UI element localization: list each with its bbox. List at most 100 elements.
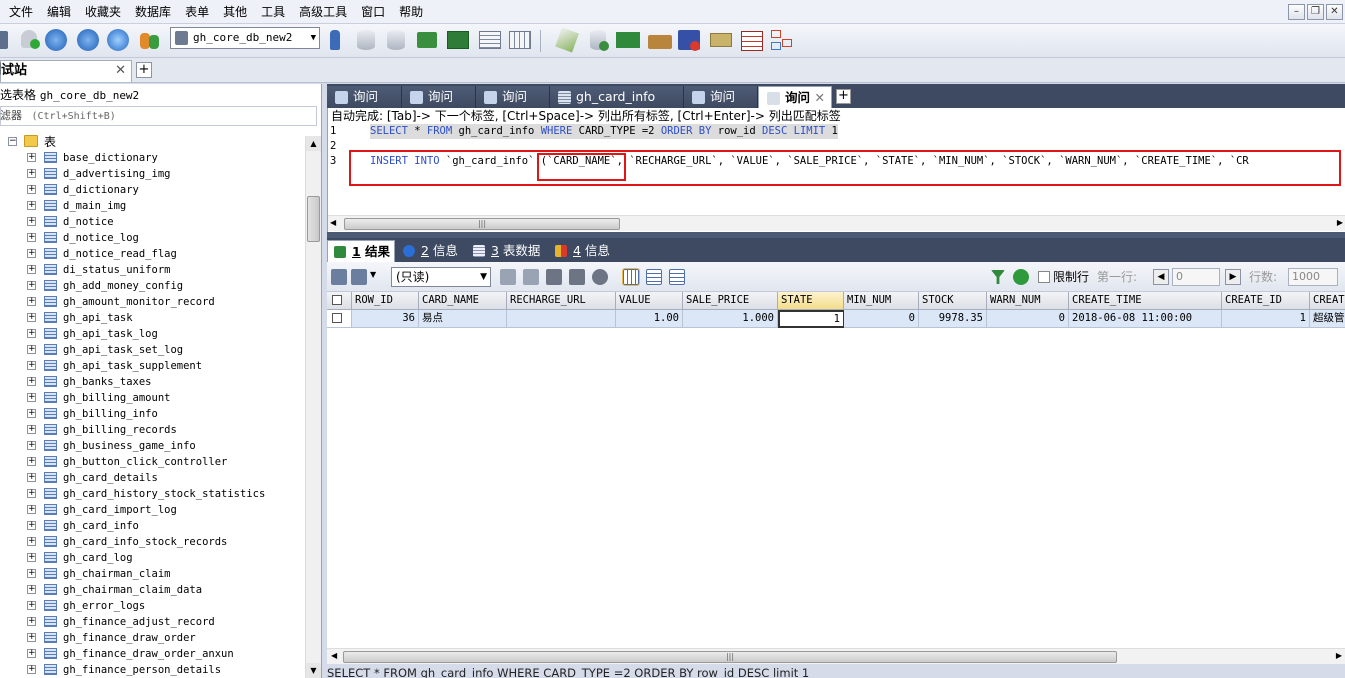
scroll-thumb[interactable]: [307, 196, 320, 242]
column-header[interactable]: STATE: [778, 292, 844, 310]
grid-cell[interactable]: [507, 310, 616, 328]
restore-db-icon[interactable]: [385, 27, 409, 53]
tree-item-table[interactable]: + gh_card_import_log: [0, 502, 305, 518]
expand-icon[interactable]: +: [27, 265, 36, 274]
tree-item-table[interactable]: + gh_business_game_info: [0, 438, 305, 454]
tab-messages[interactable]: 2 信息: [397, 240, 465, 262]
filter-input[interactable]: 过滤器 (Ctrl+Shift+B): [0, 106, 317, 126]
database-select[interactable]: gh_core_db_new2 ▼: [170, 27, 320, 49]
expand-icon[interactable]: +: [27, 217, 36, 226]
expand-icon[interactable]: +: [27, 377, 36, 386]
new-connection-icon[interactable]: [0, 27, 18, 53]
backup-db-icon[interactable]: [355, 27, 379, 53]
grid-cell[interactable]: 2018-06-08 11:00:00: [1069, 310, 1222, 328]
form-view-icon[interactable]: [646, 269, 662, 285]
execute-query-icon[interactable]: [325, 27, 349, 53]
tab-query-active[interactable]: 询问 ✕: [758, 86, 832, 108]
column-header[interactable]: RECHARGE_URL: [507, 292, 616, 310]
schema-view-icon[interactable]: [770, 27, 794, 53]
expand-icon[interactable]: +: [27, 361, 36, 370]
tree-item-table[interactable]: + gh_add_money_config: [0, 278, 305, 294]
tree-item-table[interactable]: + gh_api_task: [0, 310, 305, 326]
tree-root-tables[interactable]: − 表: [0, 134, 305, 150]
tree-item-table[interactable]: + gh_card_info: [0, 518, 305, 534]
user-manager-icon[interactable]: [138, 27, 162, 53]
tree-item-table[interactable]: + d_notice: [0, 214, 305, 230]
disconnect-icon[interactable]: [76, 27, 100, 53]
report-icon[interactable]: [740, 27, 764, 53]
prev-page-icon[interactable]: ◀: [1153, 269, 1169, 285]
export-icon[interactable]: [331, 269, 347, 285]
expand-icon[interactable]: +: [27, 153, 36, 162]
grid-cell[interactable]: 36: [352, 310, 419, 328]
tree-item-table[interactable]: + gh_finance_person_details: [0, 662, 305, 678]
menu-edit[interactable]: 编辑: [40, 4, 78, 20]
expand-icon[interactable]: +: [27, 521, 36, 530]
collapse-icon[interactable]: −: [8, 137, 17, 146]
table-designer-icon[interactable]: [478, 27, 502, 53]
tab-query-3[interactable]: 询问: [476, 86, 550, 108]
column-header[interactable]: CARD_NAME: [419, 292, 507, 310]
tree-item-table[interactable]: + gh_billing_info: [0, 406, 305, 422]
menu-table[interactable]: 表单: [178, 4, 216, 20]
add-connection-icon[interactable]: [18, 27, 42, 53]
expand-icon[interactable]: +: [27, 665, 36, 674]
next-page-icon[interactable]: ▶: [1225, 269, 1241, 285]
expand-icon[interactable]: +: [27, 553, 36, 562]
refresh-results-icon[interactable]: [1013, 269, 1029, 285]
column-header[interactable]: VALUE: [616, 292, 683, 310]
tab-info[interactable]: 4 信息: [549, 240, 617, 262]
grid-cell[interactable]: 0: [987, 310, 1069, 328]
scroll-up-icon[interactable]: ▲: [306, 136, 321, 151]
limit-rows-checkbox[interactable]: [1038, 271, 1050, 283]
query-builder-icon[interactable]: [555, 27, 579, 53]
menu-favorites[interactable]: 收藏夹: [78, 4, 128, 20]
result-grid[interactable]: ROW_ID CARD_NAME RECHARGE_URL VALUE SALE…: [327, 292, 1345, 648]
tree-item-table[interactable]: + base_dictionary: [0, 150, 305, 166]
expand-icon[interactable]: +: [27, 441, 36, 450]
row-checkbox-cell[interactable]: [327, 310, 352, 328]
expand-icon[interactable]: +: [27, 249, 36, 258]
close-icon[interactable]: ✕: [815, 87, 825, 109]
tree-item-table[interactable]: + gh_billing_records: [0, 422, 305, 438]
scroll-thumb[interactable]: |||: [344, 218, 620, 230]
grid-cell[interactable]: 易点: [419, 310, 507, 328]
tree-item-table[interactable]: + gh_button_click_controller: [0, 454, 305, 470]
menu-other[interactable]: 其他: [216, 4, 254, 20]
tree-item-table[interactable]: + d_notice_read_flag: [0, 246, 305, 262]
tree-item-table[interactable]: + gh_api_task_set_log: [0, 342, 305, 358]
add-query-tab-button[interactable]: +: [836, 89, 851, 104]
scroll-left-icon[interactable]: ◀: [330, 218, 336, 227]
editor-horizontal-scrollbar[interactable]: ◀ ||| ▶: [328, 215, 1345, 231]
grid-cell[interactable]: 1.000: [683, 310, 778, 328]
tab-table-gh-card-info[interactable]: gh_card_info: [550, 86, 684, 108]
tree-item-table[interactable]: + gh_card_info_stock_records: [0, 534, 305, 550]
first-row-input[interactable]: 0: [1172, 268, 1220, 286]
grid-cell[interactable]: 0: [844, 310, 919, 328]
expand-icon[interactable]: +: [27, 601, 36, 610]
tree-item-table[interactable]: + gh_card_log: [0, 550, 305, 566]
cancel-icon[interactable]: [592, 269, 608, 285]
expand-icon[interactable]: +: [27, 313, 36, 322]
expand-icon[interactable]: +: [27, 297, 36, 306]
grid-cell[interactable]: 9978.35: [919, 310, 987, 328]
expand-icon[interactable]: +: [27, 201, 36, 210]
column-header[interactable]: SALE_PRICE: [683, 292, 778, 310]
menu-tools[interactable]: 工具: [254, 4, 292, 20]
expand-icon[interactable]: +: [27, 617, 36, 626]
tree-vertical-scrollbar[interactable]: ▲ ▼: [305, 136, 321, 678]
tree-item-table[interactable]: + gh_api_task_supplement: [0, 358, 305, 374]
import-data-icon[interactable]: [351, 269, 367, 285]
expand-icon[interactable]: +: [27, 633, 36, 642]
grid-cell[interactable]: 1.00: [616, 310, 683, 328]
tree-item-table[interactable]: + gh_finance_adjust_record: [0, 614, 305, 630]
save-icon[interactable]: [546, 269, 562, 285]
select-all-checkbox[interactable]: [332, 295, 342, 305]
expand-icon[interactable]: +: [27, 489, 36, 498]
tree-item-table[interactable]: + d_advertising_img: [0, 166, 305, 182]
connect-icon[interactable]: [44, 27, 68, 53]
menu-window[interactable]: 窗口: [354, 4, 392, 20]
close-icon[interactable]: ✕: [115, 61, 126, 81]
tree-item-table[interactable]: + gh_amount_monitor_record: [0, 294, 305, 310]
tab-query-4[interactable]: 询问: [684, 86, 758, 108]
